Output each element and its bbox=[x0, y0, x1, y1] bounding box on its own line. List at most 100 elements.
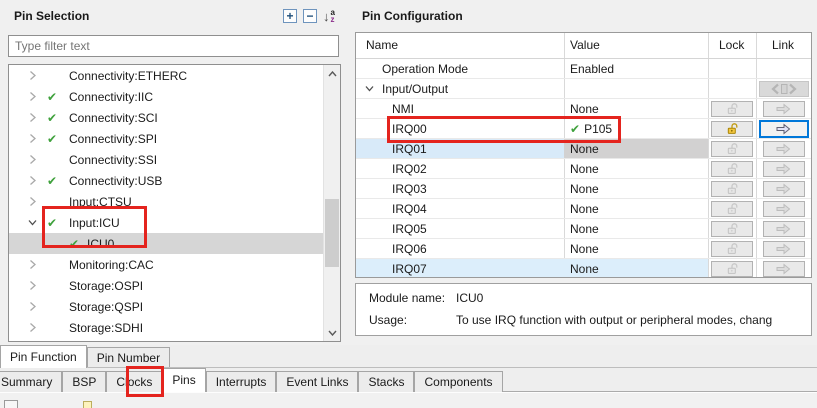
navigate-link-icon-button-disabled[interactable] bbox=[763, 241, 805, 257]
tree-scrollbar[interactable] bbox=[323, 65, 340, 341]
config-value-cell[interactable]: ✔P105 bbox=[564, 119, 708, 139]
config-row-input-output[interactable]: Input/Output bbox=[356, 79, 811, 99]
navigate-link-icon-button-disabled[interactable] bbox=[763, 221, 805, 237]
collapse-all-icon[interactable]: − bbox=[303, 9, 317, 23]
chevron-right-icon[interactable] bbox=[27, 154, 38, 165]
chevron-right-icon[interactable] bbox=[27, 322, 38, 333]
lock-icon-button-disabled[interactable] bbox=[711, 221, 753, 237]
expand-all-icon[interactable]: + bbox=[283, 9, 297, 23]
chevron-right-icon[interactable] bbox=[27, 91, 38, 102]
config-name-cell[interactable]: Operation Mode bbox=[356, 59, 564, 79]
tab-event-links[interactable]: Event Links bbox=[276, 371, 358, 392]
tab-pin-function[interactable]: Pin Function bbox=[0, 345, 87, 368]
navigate-link-icon-button-disabled[interactable] bbox=[763, 181, 805, 197]
tab-pins[interactable]: Pins bbox=[162, 368, 205, 392]
chevron-right-icon[interactable] bbox=[27, 175, 38, 186]
cycle-pin-group-icon-button[interactable] bbox=[759, 81, 809, 97]
tab-pin-number[interactable]: Pin Number bbox=[87, 347, 170, 367]
lock-icon-button-disabled[interactable] bbox=[711, 261, 753, 277]
tree-item-connectivity-ssi[interactable]: Connectivity:SSI bbox=[9, 149, 323, 170]
config-name-cell[interactable]: IRQ00 bbox=[356, 119, 564, 139]
tab-stacks[interactable]: Stacks bbox=[358, 371, 414, 392]
navigate-link-icon-button-disabled[interactable] bbox=[763, 261, 805, 277]
chevron-down-icon[interactable] bbox=[364, 83, 375, 94]
tab-interrupts[interactable]: Interrupts bbox=[206, 371, 277, 392]
config-row-irq00[interactable]: IRQ00✔P105 bbox=[356, 119, 811, 139]
config-value-cell[interactable]: None bbox=[564, 99, 708, 119]
chevron-right-icon[interactable] bbox=[27, 280, 38, 291]
tab-summary[interactable]: Summary bbox=[0, 371, 62, 392]
config-value-cell[interactable]: Enabled bbox=[564, 59, 708, 79]
config-row-irq05[interactable]: IRQ05None bbox=[356, 219, 811, 239]
chevron-right-icon[interactable] bbox=[27, 259, 38, 270]
tree-item-monitoring-cac[interactable]: Monitoring:CAC bbox=[9, 254, 323, 275]
usage-text: To use IRQ function with output or perip… bbox=[456, 313, 772, 327]
lock-icon-button-disabled[interactable] bbox=[711, 101, 753, 117]
tab-bsp[interactable]: BSP bbox=[62, 371, 106, 392]
config-name-cell[interactable]: IRQ05 bbox=[356, 219, 564, 239]
config-value-cell[interactable]: None bbox=[564, 259, 708, 278]
tree-item-connectivity-usb[interactable]: ✔Connectivity:USB bbox=[9, 170, 323, 191]
config-row-irq04[interactable]: IRQ04None bbox=[356, 199, 811, 219]
config-row-irq07[interactable]: IRQ07None bbox=[356, 259, 811, 278]
chevron-right-icon[interactable] bbox=[27, 133, 38, 144]
chevron-down-icon[interactable] bbox=[27, 217, 38, 228]
lock-icon-button-disabled[interactable] bbox=[711, 141, 753, 157]
config-value-cell[interactable]: None bbox=[564, 159, 708, 179]
tree-item-connectivity-iic[interactable]: ✔Connectivity:IIC bbox=[9, 86, 323, 107]
config-row-irq06[interactable]: IRQ06None bbox=[356, 239, 811, 259]
navigate-link-icon-button-disabled[interactable] bbox=[763, 141, 805, 157]
config-name-cell[interactable]: Input/Output bbox=[356, 79, 564, 99]
config-value-cell[interactable]: None bbox=[564, 139, 708, 159]
lock-icon-button-disabled[interactable] bbox=[711, 201, 753, 217]
navigate-link-icon-button-disabled[interactable] bbox=[763, 201, 805, 217]
config-row-irq03[interactable]: IRQ03None bbox=[356, 179, 811, 199]
unlock-icon-button[interactable] bbox=[711, 121, 753, 137]
filter-input[interactable] bbox=[8, 35, 339, 57]
tree-item-connectivity-sci[interactable]: ✔Connectivity:SCI bbox=[9, 107, 323, 128]
tree-item-icu0[interactable]: ✔ICU0 bbox=[9, 233, 323, 254]
config-value-cell[interactable]: None bbox=[564, 179, 708, 199]
check-icon: ✔ bbox=[47, 133, 61, 145]
tree-item-storage-ospi[interactable]: Storage:OSPI bbox=[9, 275, 323, 296]
scrollbar-up-icon[interactable] bbox=[324, 65, 340, 82]
config-row-nmi[interactable]: NMINone bbox=[356, 99, 811, 119]
chevron-right-icon[interactable] bbox=[27, 196, 38, 207]
tree-item-input-ctsu[interactable]: Input:CTSU bbox=[9, 191, 323, 212]
config-name-cell[interactable]: IRQ06 bbox=[356, 239, 564, 259]
chevron-right-icon[interactable] bbox=[27, 70, 38, 81]
navigate-link-icon-button-focused[interactable] bbox=[759, 120, 809, 138]
tree-item-input-icu[interactable]: ✔Input:ICU bbox=[9, 212, 323, 233]
config-value-cell[interactable] bbox=[564, 79, 708, 99]
navigate-link-icon-button-disabled[interactable] bbox=[763, 161, 805, 177]
config-value-cell[interactable]: None bbox=[564, 199, 708, 219]
tree-item-storage-qspi[interactable]: Storage:QSPI bbox=[9, 296, 323, 317]
config-value-cell[interactable]: None bbox=[564, 239, 708, 259]
tree-item-connectivity-etherc[interactable]: Connectivity:ETHERC bbox=[9, 65, 323, 86]
config-row-irq02[interactable]: IRQ02None bbox=[356, 159, 811, 179]
tab-clocks[interactable]: Clocks bbox=[106, 371, 162, 392]
scrollbar-down-icon[interactable] bbox=[324, 324, 340, 341]
config-row-irq01[interactable]: IRQ01None bbox=[356, 139, 811, 159]
config-name-cell[interactable]: IRQ03 bbox=[356, 179, 564, 199]
lock-icon-button-disabled[interactable] bbox=[711, 181, 753, 197]
config-name-cell[interactable]: NMI bbox=[356, 99, 564, 119]
config-name-cell[interactable]: IRQ07 bbox=[356, 259, 564, 278]
config-value-cell[interactable]: None bbox=[564, 219, 708, 239]
sort-az-icon[interactable]: ↓ a z bbox=[323, 8, 335, 24]
config-row-operation-mode[interactable]: Operation ModeEnabled bbox=[356, 59, 811, 79]
chevron-right-icon[interactable] bbox=[27, 301, 38, 312]
lock-icon-button-disabled[interactable] bbox=[711, 241, 753, 257]
tree-item-storage-sdhi[interactable]: Storage:SDHI bbox=[9, 317, 323, 338]
config-name-cell[interactable]: IRQ04 bbox=[356, 199, 564, 219]
tab-components[interactable]: Components bbox=[414, 371, 502, 392]
scrollbar-thumb[interactable] bbox=[325, 199, 339, 267]
config-name-cell[interactable]: IRQ02 bbox=[356, 159, 564, 179]
tree-item-system-bus[interactable]: System:BUS bbox=[9, 338, 323, 342]
config-name-cell[interactable]: IRQ01 bbox=[356, 139, 564, 159]
chevron-right-icon[interactable] bbox=[27, 112, 38, 123]
column-header-name: Name bbox=[366, 38, 398, 52]
tree-item-connectivity-spi[interactable]: ✔Connectivity:SPI bbox=[9, 128, 323, 149]
navigate-link-icon-button-disabled[interactable] bbox=[763, 101, 805, 117]
lock-icon-button-disabled[interactable] bbox=[711, 161, 753, 177]
